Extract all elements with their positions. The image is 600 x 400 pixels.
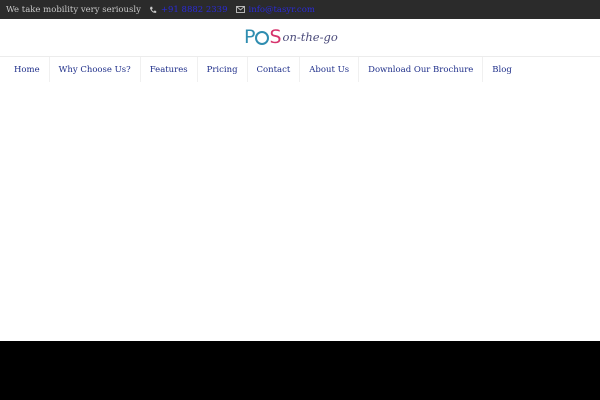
logo-o-circle xyxy=(255,30,270,45)
nav-why-choose-us[interactable]: Why Choose Us? xyxy=(50,57,141,82)
nav-pricing[interactable]: Pricing xyxy=(198,57,248,82)
tagline: We take mobility very seriously xyxy=(6,4,141,15)
mail-icon xyxy=(235,6,245,13)
logo-tagline: on-the-go xyxy=(282,30,338,44)
nav-features[interactable]: Features xyxy=(141,57,198,82)
nav-blog[interactable]: Blog xyxy=(483,57,521,82)
nav-contact[interactable]: Contact xyxy=(248,57,301,82)
logo-s: S xyxy=(269,25,282,48)
nav-home[interactable]: Home xyxy=(5,57,50,82)
page-content: PS on-the-go Home Why Choose Us? Feature… xyxy=(0,19,600,341)
phone-icon xyxy=(149,6,157,14)
email-link[interactable]: info@tasyr.com xyxy=(249,5,315,15)
main-nav: Home Why Choose Us? Features Pricing Con… xyxy=(5,57,521,82)
pos-on-the-go-logo[interactable]: PS on-the-go xyxy=(244,26,354,48)
top-bar: We take mobility very seriously +91 8882… xyxy=(0,0,600,19)
footer-area xyxy=(0,341,600,400)
nav-download-brochure[interactable]: Download Our Brochure xyxy=(359,57,484,82)
phone-link[interactable]: +91 8882 2339 xyxy=(161,5,228,15)
logo-letters: PS xyxy=(244,25,282,48)
nav-about-us[interactable]: About Us xyxy=(300,57,360,82)
logo-p: P xyxy=(244,25,256,48)
